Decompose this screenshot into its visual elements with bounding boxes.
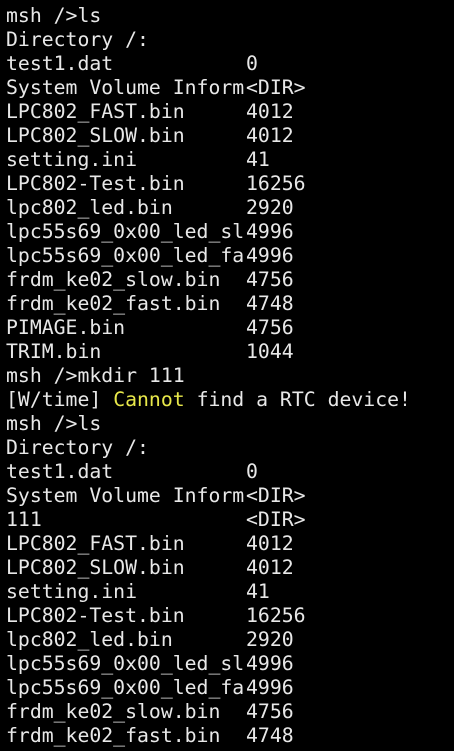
file-name: lpc55s69_0x00_led_fa — [6, 676, 245, 699]
file-size: 4756 — [246, 700, 294, 723]
output-line: Directory /: — [6, 436, 149, 459]
warning-message: find a RTC device! — [184, 388, 411, 411]
file-name: System Volume Inform — [6, 76, 245, 99]
file-size: 4012 — [246, 124, 294, 147]
file-name: lpc55s69_0x00_led_sl — [6, 652, 245, 675]
directory-entry: PIMAGE.bin 4756 — [6, 316, 454, 340]
directory-entry: lpc55s69_0x00_led_sl4996 — [6, 652, 454, 676]
file-size: <DIR> — [246, 508, 306, 531]
directory-entry: LPC802_FAST.bin 4012 — [6, 532, 454, 556]
file-name: LPC802_SLOW.bin — [6, 556, 185, 579]
file-name: LPC802-Test.bin — [6, 604, 185, 627]
directory-entry: frdm_ke02_slow.bin 4756 — [6, 700, 454, 724]
file-name: lpc55s69_0x00_led_sl — [6, 220, 245, 243]
directory-entry: LPC802_FAST.bin 4012 — [6, 100, 454, 124]
command-line: msh />ls — [6, 4, 102, 27]
file-name: setting.ini — [6, 148, 138, 171]
file-name: PIMAGE.bin — [6, 316, 126, 339]
file-size: 16256 — [246, 172, 306, 195]
directory-entry: frdm_ke02_slow.bin 4756 — [6, 268, 454, 292]
directory-entry: setting.ini 41 — [6, 580, 454, 604]
file-size: <DIR> — [246, 484, 306, 507]
file-name: System Volume Inform — [6, 484, 245, 507]
file-size: 2920 — [246, 196, 294, 219]
file-size: 2920 — [246, 628, 294, 651]
file-name: frdm_ke02_fast.bin — [6, 292, 221, 315]
file-size: 16256 — [246, 604, 306, 627]
warning-highlight: Cannot — [113, 388, 185, 411]
file-name: LPC802_FAST.bin — [6, 100, 185, 123]
file-name: setting.ini — [6, 580, 138, 603]
file-name: test1.dat — [6, 460, 114, 483]
command-line: msh />ls — [6, 412, 102, 435]
file-name: test1.dat — [6, 52, 114, 75]
directory-entry: lpc55s69_0x00_led_fa4996 — [6, 244, 454, 268]
directory-entry: test1.dat 0 — [6, 52, 454, 76]
directory-entry: LPC802_SLOW.bin 4012 — [6, 124, 454, 148]
file-size: 0 — [246, 52, 258, 75]
file-size: 1044 — [246, 340, 294, 363]
file-name: LPC802_FAST.bin — [6, 532, 185, 555]
warning-line: [W/time] Cannot find a RTC device! — [6, 388, 454, 412]
file-size: 4012 — [246, 532, 294, 555]
file-name: frdm_ke02_fast.bin — [6, 724, 221, 747]
file-name: frdm_ke02_slow.bin — [6, 268, 221, 291]
directory-entry: 111 <DIR> — [6, 508, 454, 532]
file-size: 4996 — [246, 220, 294, 243]
warning-tag: [W/time] — [6, 388, 114, 411]
directory-entry: test1.dat 0 — [6, 460, 454, 484]
directory-entry: LPC802-Test.bin 16256 — [6, 172, 454, 196]
file-name: lpc802_led.bin — [6, 628, 173, 651]
directory-entry: System Volume Inform<DIR> — [6, 484, 454, 508]
directory-entry: System Volume Inform<DIR> — [6, 76, 454, 100]
directory-entry: lpc55s69_0x00_led_fa4996 — [6, 676, 454, 700]
directory-entry: TRIM.bin 1044 — [6, 340, 454, 364]
directory-entry: lpc802_led.bin 2920 — [6, 196, 454, 220]
file-size: 41 — [246, 580, 270, 603]
file-size: 0 — [246, 460, 258, 483]
file-size: 4748 — [246, 292, 294, 315]
directory-entry: frdm_ke02_fast.bin 4748 — [6, 292, 454, 316]
directory-entry: LPC802_SLOW.bin 4012 — [6, 556, 454, 580]
file-size: <DIR> — [246, 76, 306, 99]
file-size: 4996 — [246, 652, 294, 675]
file-size: 4756 — [246, 316, 294, 339]
directory-entry: setting.ini 41 — [6, 148, 454, 172]
terminal-window[interactable]: msh />ls Directory /: test1.dat 0 System Vol… — [0, 0, 454, 751]
directory-entry: LPC802-Test.bin 16256 — [6, 604, 454, 628]
directory-entry: frdm_ke02_fast.bin 4748 — [6, 724, 454, 748]
output-line: Directory /: — [6, 28, 149, 51]
file-name: frdm_ke02_slow.bin — [6, 700, 221, 723]
directory-entry: lpc55s69_0x00_led_sl4996 — [6, 220, 454, 244]
file-name: 111 — [6, 508, 42, 531]
file-size: 4756 — [246, 268, 294, 291]
file-size: 4748 — [246, 724, 294, 747]
file-name: lpc55s69_0x00_led_fa — [6, 244, 245, 267]
file-size: 4012 — [246, 556, 294, 579]
command-line: msh />mkdir 111 — [6, 364, 185, 387]
file-size: 4012 — [246, 100, 294, 123]
file-name: TRIM.bin — [6, 340, 102, 363]
directory-entry: lpc802_led.bin 2920 — [6, 628, 454, 652]
file-name: LPC802-Test.bin — [6, 172, 185, 195]
file-name: LPC802_SLOW.bin — [6, 124, 185, 147]
file-size: 4996 — [246, 676, 294, 699]
file-size: 41 — [246, 148, 270, 171]
file-name: lpc802_led.bin — [6, 196, 173, 219]
file-size: 4996 — [246, 244, 294, 267]
